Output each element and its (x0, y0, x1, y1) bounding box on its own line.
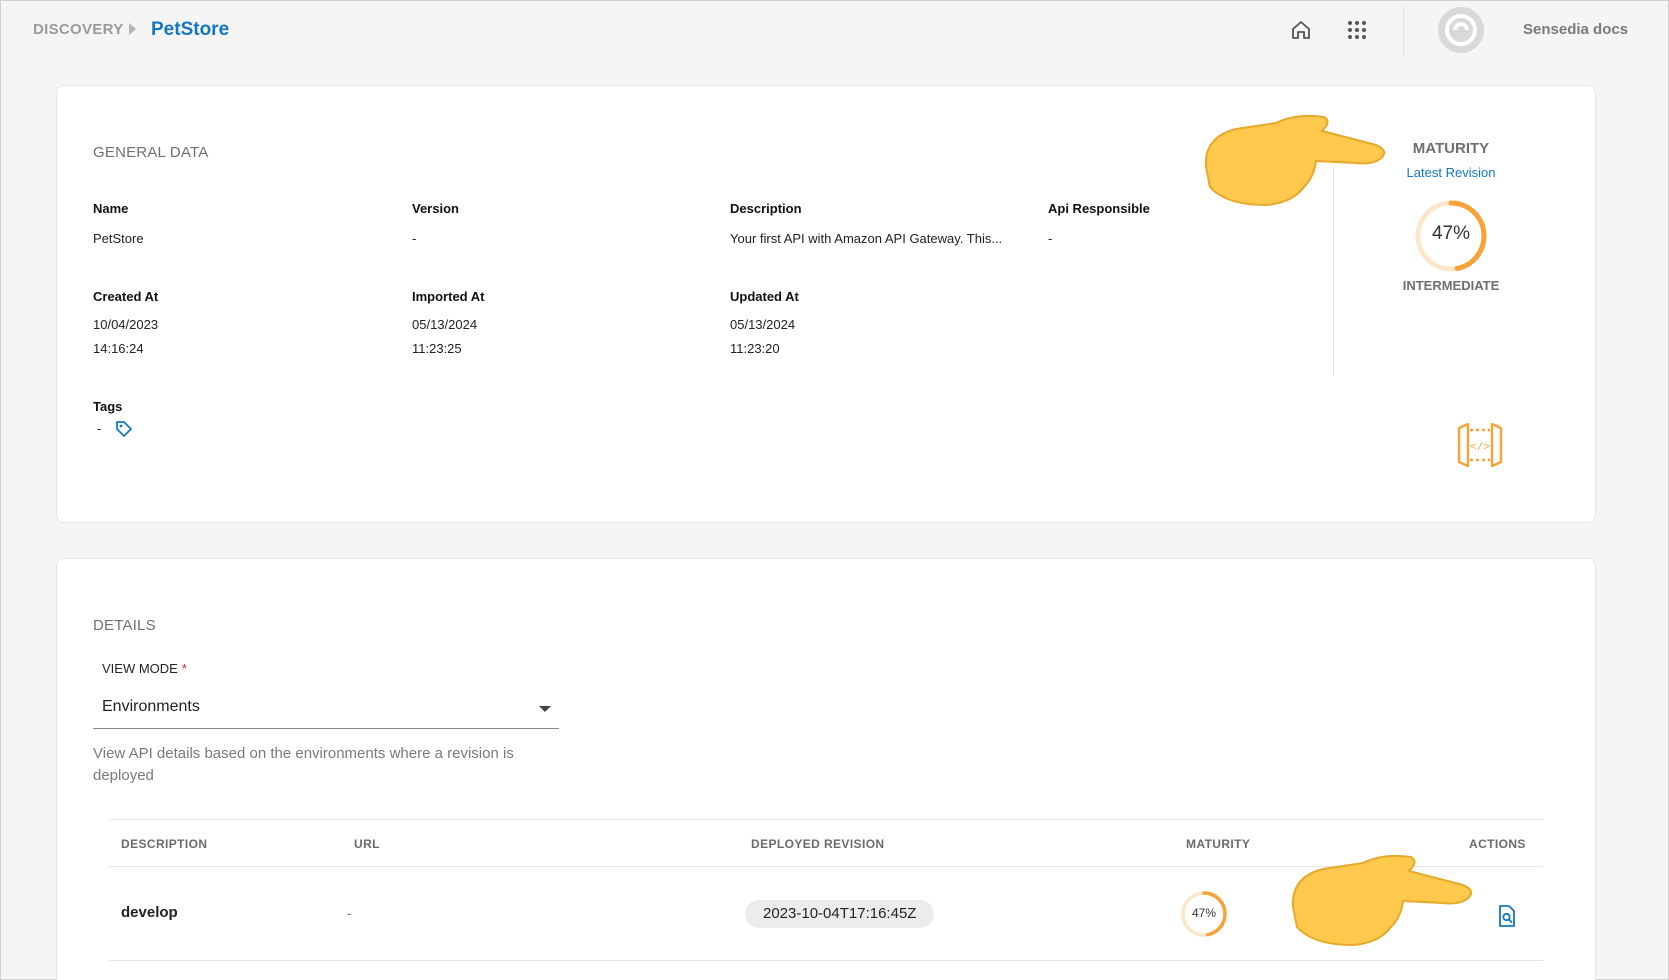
row-description: develop (121, 904, 178, 921)
maturity-level: INTERMEDIATE (1402, 278, 1500, 293)
column-header-deployed-revision: DEPLOYED REVISION (751, 837, 885, 851)
column-header-maturity: MATURITY (1186, 837, 1251, 851)
view-mode-select[interactable]: Environments (93, 689, 559, 729)
row-maturity-percent: 47% (1191, 906, 1217, 920)
version-label: Version (412, 201, 459, 216)
version-value: - (412, 231, 417, 246)
chevron-down-icon (539, 706, 551, 712)
updated-at-time: 11:23:20 (730, 341, 780, 356)
column-header-description: DESCRIPTION (121, 837, 208, 851)
view-mode-value: Environments (102, 698, 200, 715)
imported-at-date: 05/13/2024 (412, 317, 478, 332)
general-data-title: GENERAL DATA (93, 144, 209, 161)
api-gateway-icon: </> (1457, 422, 1503, 468)
column-header-url: URL (354, 837, 380, 851)
tags-label: Tags (93, 399, 123, 414)
breadcrumb-discovery[interactable]: DISCOVERY (33, 21, 124, 38)
home-icon[interactable] (1288, 17, 1314, 43)
tag-icon[interactable] (114, 419, 134, 439)
breadcrumb-current: PetStore (151, 19, 230, 40)
pointer-hand-icon (1291, 854, 1473, 947)
name-label: Name (93, 201, 129, 216)
view-mode-label: VIEW MODE * (102, 661, 187, 676)
description-value: Your first API with Amazon API Gateway. … (730, 231, 1003, 246)
details-title: DETAILS (93, 617, 156, 634)
updated-at-label: Updated At (730, 289, 799, 304)
required-mark: * (181, 661, 187, 676)
svg-text:</>: </> (1470, 442, 1490, 454)
imported-at-time: 11:23:25 (412, 341, 462, 356)
top-bar: DISCOVERY PetStore Sensedia docs (1, 1, 1669, 59)
topbar-divider (1403, 7, 1404, 57)
api-responsible-value: - (1048, 231, 1053, 246)
apps-grid-icon[interactable] (1344, 17, 1370, 43)
view-mode-help-text: View API details based on the environmen… (93, 745, 514, 784)
user-menu-label[interactable]: Sensedia docs (1523, 21, 1628, 38)
maturity-percent: 47% (1431, 223, 1471, 244)
view-details-icon[interactable] (1497, 905, 1517, 927)
tags-value: - (97, 421, 102, 436)
description-label: Description (730, 201, 802, 216)
row-url: - (347, 905, 352, 921)
created-at-time: 14:16:24 (93, 341, 144, 356)
breadcrumb-chevron-icon (129, 23, 136, 35)
created-at-date: 10/04/2023 (93, 317, 159, 332)
view-mode-label-text: VIEW MODE (102, 661, 178, 676)
sensedia-logo-icon[interactable] (1438, 7, 1484, 53)
created-at-label: Created At (93, 289, 159, 304)
pointer-hand-icon (1204, 114, 1386, 207)
api-responsible-label: Api Responsible (1048, 201, 1150, 216)
row-deployed-revision-chip: 2023-10-04T17:16:45Z (745, 900, 935, 928)
imported-at-label: Imported At (412, 289, 485, 304)
updated-at-date: 05/13/2024 (730, 317, 796, 332)
name-value: PetStore (93, 231, 144, 246)
